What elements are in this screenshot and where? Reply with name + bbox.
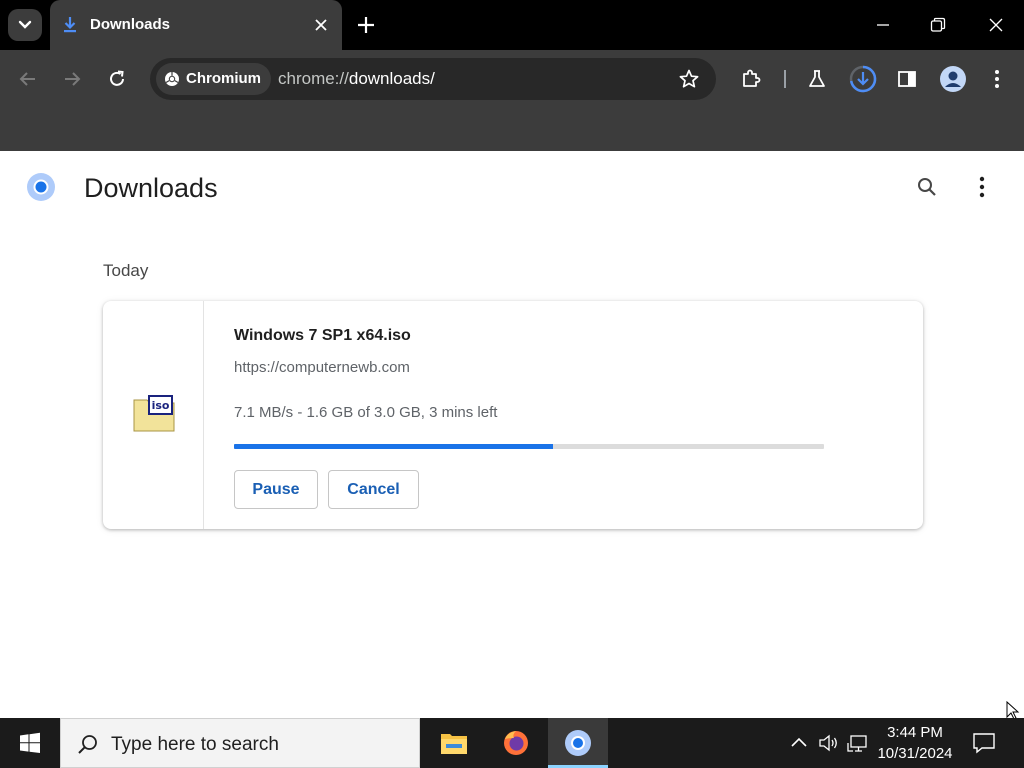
progress-fill — [234, 444, 553, 449]
avatar-icon — [940, 66, 966, 92]
url-scheme: chrome:// — [278, 69, 349, 88]
chevron-up-icon[interactable] — [788, 732, 810, 754]
taskbar-chromium[interactable] — [548, 718, 608, 768]
date-header: Today — [103, 261, 149, 280]
close-icon — [989, 18, 1003, 32]
flask-icon — [809, 70, 825, 87]
reload-icon — [110, 70, 124, 86]
page-title: Downloads — [84, 173, 218, 203]
download-progress-bar — [234, 444, 824, 449]
folder-icon — [441, 734, 467, 754]
windows-logo-icon — [20, 732, 40, 753]
close-icon[interactable] — [312, 16, 330, 34]
tab-title: Downloads — [90, 16, 171, 33]
taskbar: Type here to search 3:44 PM 10/31/2024 — [0, 718, 1024, 768]
chip-label: Chromium — [186, 70, 261, 87]
tab-downloads[interactable]: Downloads — [50, 0, 342, 50]
tab-strip: Downloads — [0, 0, 1024, 50]
notification-icon[interactable] — [972, 732, 996, 754]
downloads-page: Downloads Today iso Windows 7 SP1 x64.is… — [0, 151, 1024, 720]
address-bar[interactable]: Chromium chrome://downloads/ — [150, 58, 716, 100]
taskbar-file-explorer[interactable] — [424, 718, 484, 768]
reload-button[interactable] — [105, 67, 129, 91]
taskbar-search-box[interactable]: Type here to search — [60, 718, 420, 768]
iso-label: iso — [152, 399, 170, 412]
start-button[interactable] — [0, 718, 60, 768]
puzzle-icon — [743, 69, 761, 87]
back-button[interactable] — [16, 67, 40, 91]
url-path: / — [430, 69, 435, 88]
new-tab-button[interactable] — [355, 14, 377, 36]
close-window-button[interactable] — [982, 12, 1010, 38]
volume-icon[interactable] — [817, 732, 839, 754]
forward-arrow-icon — [65, 72, 81, 86]
kebab-menu-icon — [995, 70, 999, 88]
search-icon — [78, 735, 97, 754]
iso-file-icon: iso — [133, 395, 175, 432]
url-host: downloads — [348, 69, 431, 88]
restore-button[interactable] — [924, 12, 952, 38]
forward-button[interactable] — [60, 67, 84, 91]
page-menu-icon[interactable] — [972, 175, 992, 199]
chromium-icon — [565, 730, 591, 756]
search-placeholder: Type here to search — [111, 734, 279, 755]
toolbar-divider — [784, 70, 786, 88]
source-url[interactable]: https://computernewb.com — [234, 359, 410, 376]
tab-search-button[interactable] — [8, 9, 42, 41]
network-icon[interactable] — [847, 732, 869, 754]
taskbar-clock[interactable]: 3:44 PM 10/31/2024 — [872, 722, 958, 764]
url-text: chrome://downloads/ — [278, 69, 435, 89]
toolbar-spacer — [0, 108, 1024, 151]
clock-date: 10/31/2024 — [877, 745, 953, 762]
restore-icon — [930, 17, 946, 32]
browser-menu-button[interactable] — [985, 67, 1009, 91]
firefox-icon — [504, 731, 528, 755]
download-item: iso Windows 7 SP1 x64.iso https://comput… — [103, 301, 923, 529]
download-progress-icon — [849, 65, 877, 93]
browser-toolbar: Chromium chrome://downloads/ — [0, 50, 1024, 108]
labs-button[interactable] — [805, 67, 829, 91]
side-panel-button[interactable] — [895, 67, 919, 91]
taskbar-firefox[interactable] — [486, 718, 546, 768]
profile-button[interactable] — [939, 65, 967, 93]
chevron-down-icon — [18, 20, 32, 29]
back-arrow-icon — [19, 72, 35, 86]
download-icon — [64, 17, 76, 33]
chromium-logo-icon — [27, 173, 55, 201]
file-name[interactable]: Windows 7 SP1 x64.iso — [234, 327, 411, 345]
file-icon-column: iso — [103, 301, 204, 529]
extensions-button[interactable] — [739, 67, 763, 91]
chromium-icon — [165, 72, 179, 86]
site-info-chip[interactable]: Chromium — [156, 63, 271, 95]
search-icon[interactable] — [915, 175, 939, 199]
download-status: 7.1 MB/s - 1.6 GB of 3.0 GB, 3 mins left — [234, 404, 498, 421]
side-panel-icon — [898, 71, 916, 87]
pause-button[interactable]: Pause — [234, 470, 318, 509]
cancel-button[interactable]: Cancel — [328, 470, 419, 509]
minimize-icon — [877, 24, 889, 26]
minimize-button[interactable] — [869, 12, 897, 38]
bookmark-star-icon[interactable] — [678, 68, 700, 90]
downloads-button[interactable] — [849, 65, 877, 93]
clock-time: 3:44 PM — [887, 724, 943, 741]
